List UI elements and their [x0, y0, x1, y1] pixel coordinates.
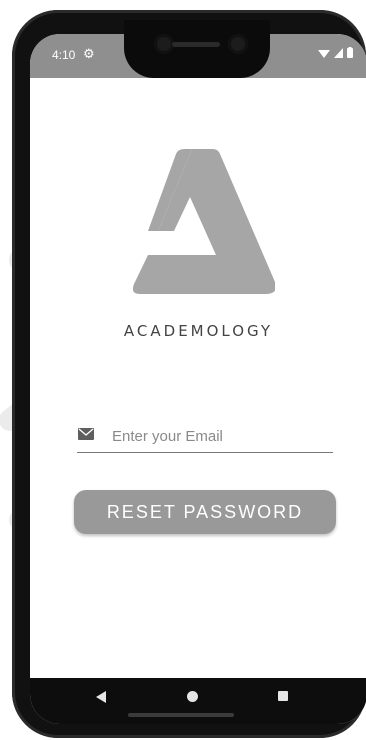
mail-icon — [78, 428, 94, 440]
reset-password-button[interactable]: RESET PASSWORD — [74, 490, 336, 534]
phone-frame: 4:10 ⚙ ACADEMOLOGY Enter your Email RESE… — [12, 10, 366, 738]
home-circle-icon[interactable] — [187, 691, 198, 702]
status-time: 4:10 — [52, 48, 76, 62]
bottom-speaker-grille — [128, 713, 234, 717]
earpiece-speaker — [172, 42, 220, 47]
email-field — [77, 420, 334, 453]
wifi-icon — [318, 49, 330, 58]
front-camera-icon — [154, 34, 174, 54]
battery-icon — [347, 47, 353, 58]
front-camera-icon — [228, 34, 248, 54]
back-triangle-icon[interactable] — [96, 691, 106, 703]
brand-name: ACADEMOLOGY — [123, 322, 274, 340]
status-icons — [318, 47, 353, 58]
android-nav-bar — [30, 678, 366, 724]
phone-screen: 4:10 ⚙ ACADEMOLOGY Enter your Email RESE… — [30, 34, 366, 724]
email-input[interactable] — [110, 422, 334, 450]
phone-notch — [124, 20, 270, 78]
gear-icon: ⚙ — [83, 46, 95, 61]
signal-icon — [334, 47, 343, 58]
recents-square-icon[interactable] — [278, 691, 288, 701]
academology-logo-icon — [132, 149, 275, 294]
